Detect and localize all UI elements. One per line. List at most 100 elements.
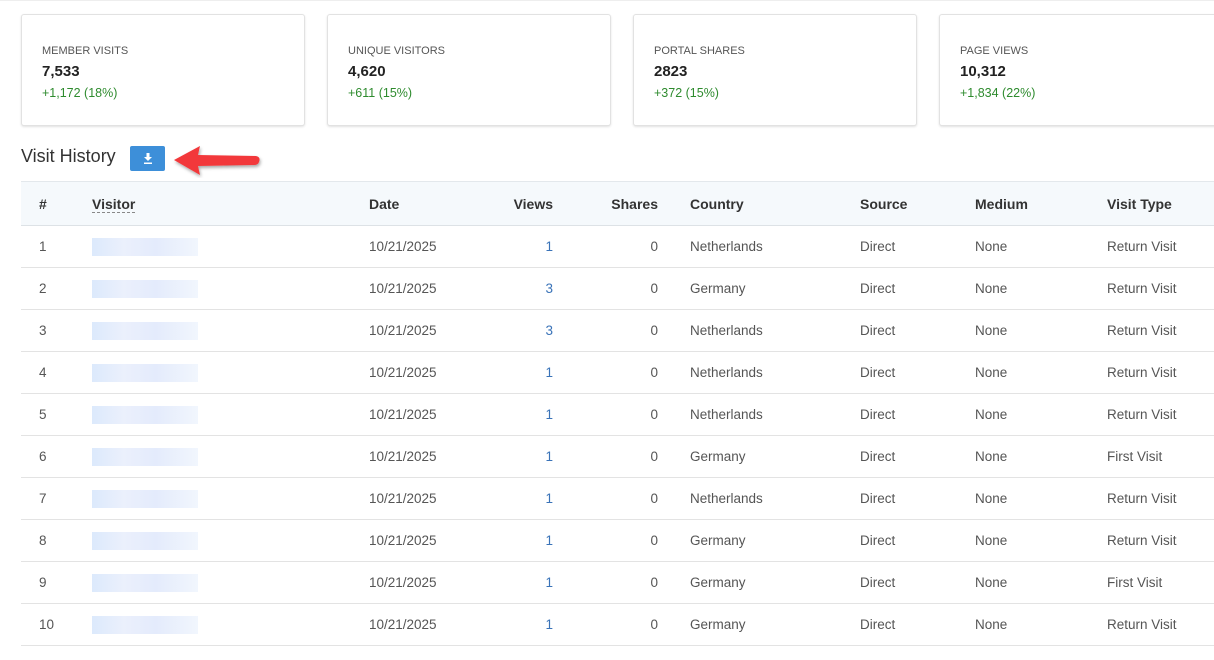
views-link[interactable]: 1 bbox=[545, 533, 553, 548]
views-link[interactable]: 1 bbox=[545, 365, 553, 380]
medium-cell: None bbox=[975, 575, 1008, 590]
date-cell: 10/21/2025 bbox=[369, 491, 437, 506]
stat-card: PORTAL SHARES 2823 +372 (15%) bbox=[633, 14, 917, 126]
views-link[interactable]: 1 bbox=[545, 491, 553, 506]
views-link[interactable]: 1 bbox=[545, 407, 553, 422]
stat-card: PAGE VIEWS 10,312 +1,834 (22%) bbox=[939, 14, 1214, 126]
visitor-header-label[interactable]: Visitor bbox=[92, 195, 136, 213]
row-number-cell: 9 bbox=[39, 575, 47, 590]
shares-cell: 0 bbox=[650, 617, 658, 632]
medium-cell: None bbox=[975, 617, 1008, 632]
stat-card: UNIQUE VISITORS 4,620 +611 (15%) bbox=[327, 14, 611, 126]
visitor-redacted[interactable] bbox=[92, 531, 198, 550]
row-number-cell: 4 bbox=[39, 365, 47, 380]
section-title: Visit History bbox=[21, 146, 116, 166]
visit-type-cell: First Visit bbox=[1107, 449, 1163, 464]
visitor-cell bbox=[92, 226, 369, 268]
views-cell: 3 bbox=[488, 310, 573, 352]
visit-history-table: # Visitor Date Views Shares Country Source Medi… bbox=[21, 181, 1214, 646]
shares-cell: 0 bbox=[650, 239, 658, 254]
column-header-date: Date bbox=[369, 195, 400, 212]
row-number-cell: 8 bbox=[39, 533, 47, 548]
source-cell: Direct bbox=[860, 407, 896, 422]
source-cell: Direct bbox=[860, 617, 896, 632]
stat-change: +1,834 (22%) bbox=[960, 86, 1036, 100]
stat-label: PAGE VIEWS bbox=[960, 45, 1029, 57]
shares-cell: 0 bbox=[650, 575, 658, 590]
row-number-cell: 6 bbox=[39, 449, 47, 464]
visit-type-cell: Return Visit bbox=[1107, 533, 1177, 548]
country-cell: Germany bbox=[690, 449, 746, 464]
stat-change: +1,172 (18%) bbox=[42, 86, 118, 100]
views-cell: 3 bbox=[488, 268, 573, 310]
row-number-cell: 2 bbox=[39, 281, 47, 296]
source-cell: Direct bbox=[860, 239, 896, 254]
table-row: 7 10/21/2025 1 0 Netherlands Direct None Return… bbox=[21, 478, 1214, 520]
visitor-redacted[interactable] bbox=[92, 321, 198, 340]
country-cell: Netherlands bbox=[690, 239, 763, 254]
table-row: 6 10/21/2025 1 0 Germany Direct None First Visi… bbox=[21, 436, 1214, 478]
visitor-redacted[interactable] bbox=[92, 237, 198, 256]
visitor-cell bbox=[92, 478, 369, 520]
row-number-cell: 10 bbox=[39, 617, 55, 632]
date-cell: 10/21/2025 bbox=[369, 575, 437, 590]
row-number-cell: 1 bbox=[39, 239, 47, 254]
visitor-redacted[interactable] bbox=[92, 279, 198, 298]
views-link[interactable]: 1 bbox=[545, 449, 553, 464]
table-row: 4 10/21/2025 1 0 Netherlands Direct None Return… bbox=[21, 352, 1214, 394]
source-cell: Direct bbox=[860, 491, 896, 506]
visitor-redacted[interactable] bbox=[92, 573, 198, 592]
shares-cell: 0 bbox=[650, 407, 658, 422]
visit-type-cell: Return Visit bbox=[1107, 281, 1177, 296]
country-cell: Germany bbox=[690, 575, 746, 590]
visit-type-cell: Return Visit bbox=[1107, 323, 1177, 338]
medium-cell: None bbox=[975, 449, 1008, 464]
row-number-cell: 3 bbox=[39, 323, 47, 338]
visitor-cell bbox=[92, 310, 369, 352]
date-cell: 10/21/2025 bbox=[369, 617, 437, 632]
date-cell: 10/21/2025 bbox=[369, 533, 437, 548]
views-link[interactable]: 3 bbox=[545, 281, 553, 296]
views-link[interactable]: 1 bbox=[545, 617, 553, 632]
visitor-redacted[interactable] bbox=[92, 615, 198, 634]
visit-type-cell: Return Visit bbox=[1107, 365, 1177, 380]
column-header-country: Country bbox=[690, 195, 744, 212]
visitor-cell bbox=[92, 520, 369, 562]
shares-cell: 0 bbox=[650, 365, 658, 380]
views-link[interactable]: 1 bbox=[545, 575, 553, 590]
shares-cell: 0 bbox=[650, 491, 658, 506]
date-cell: 10/21/2025 bbox=[369, 449, 437, 464]
views-cell: 1 bbox=[488, 562, 573, 604]
annotation-arrow-icon bbox=[174, 146, 260, 175]
visit-type-cell: First Visit bbox=[1107, 575, 1163, 590]
visit-type-cell: Return Visit bbox=[1107, 239, 1177, 254]
visitor-redacted[interactable] bbox=[92, 489, 198, 508]
stat-change: +372 (15%) bbox=[654, 86, 719, 100]
visit-type-cell: Return Visit bbox=[1107, 407, 1177, 422]
country-cell: Netherlands bbox=[690, 491, 763, 506]
visitor-redacted[interactable] bbox=[92, 447, 198, 466]
date-cell: 10/21/2025 bbox=[369, 281, 437, 296]
views-link[interactable]: 1 bbox=[545, 239, 553, 254]
column-header-visitor[interactable]: Visitor bbox=[92, 182, 369, 226]
visitor-cell bbox=[92, 268, 369, 310]
country-cell: Netherlands bbox=[690, 323, 763, 338]
stat-value: 4,620 bbox=[348, 63, 386, 80]
visitor-redacted[interactable] bbox=[92, 363, 198, 382]
visitor-cell bbox=[92, 394, 369, 436]
visitor-redacted[interactable] bbox=[92, 405, 198, 424]
column-header-visit-type: Visit Type bbox=[1107, 195, 1172, 212]
views-link[interactable]: 3 bbox=[545, 323, 553, 338]
stat-label: UNIQUE VISITORS bbox=[348, 45, 445, 57]
country-cell: Germany bbox=[690, 617, 746, 632]
column-header-number: # bbox=[39, 195, 47, 212]
country-cell: Netherlands bbox=[690, 407, 763, 422]
shares-cell: 0 bbox=[650, 533, 658, 548]
date-cell: 10/21/2025 bbox=[369, 239, 437, 254]
medium-cell: None bbox=[975, 323, 1008, 338]
country-cell: Germany bbox=[690, 281, 746, 296]
table-row: 8 10/21/2025 1 0 Germany Direct None Return Vis… bbox=[21, 520, 1214, 562]
country-cell: Netherlands bbox=[690, 365, 763, 380]
download-button[interactable] bbox=[130, 146, 165, 171]
visit-type-cell: Return Visit bbox=[1107, 491, 1177, 506]
